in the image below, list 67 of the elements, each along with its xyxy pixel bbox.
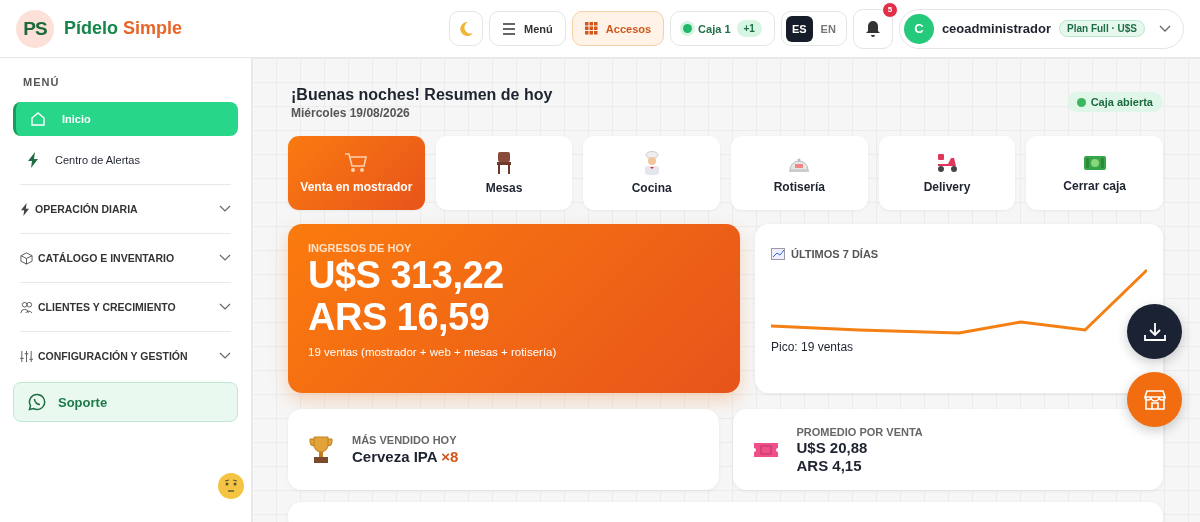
brand-logo: PS [16, 9, 54, 48]
quick-action-button[interactable]: Rotisería [731, 136, 868, 210]
sidebar-section[interactable]: CLIENTES Y CRECIMIENTO [20, 282, 231, 331]
chevron-down-icon [219, 352, 231, 360]
register-label: Caja 1 [698, 22, 731, 35]
support-button[interactable]: Soporte [13, 382, 238, 422]
user-name: ceoadministrador [941, 21, 1051, 36]
date-label: Miércoles 19/08/2026 [291, 106, 411, 120]
average-usd-amount: U$S 20,88 [796, 438, 869, 456]
best-seller-product: Cerveza IPA ×8 [352, 448, 459, 465]
chair-icon [495, 151, 513, 175]
chart-icon [771, 248, 785, 260]
user-avatar: C [903, 13, 934, 44]
chevron-down-icon [1159, 24, 1171, 33]
average-ars-amount: ARS 4,15 [796, 456, 863, 474]
lightning-icon [27, 152, 39, 168]
card-title: INGRESOS DE HOY [308, 242, 413, 254]
card-title: ÚLTIMOS 7 DÍAS [791, 248, 879, 260]
register-status-badge: Caja abierta [1066, 92, 1163, 112]
sidebar-item[interactable]: Centro de Alertas [13, 143, 238, 177]
income-ars-amount: ARS 16,59 [308, 296, 491, 338]
greeting-title: ¡Buenas noches! Resumen de hoy [291, 86, 553, 104]
sidebar-section[interactable]: CONFIGURACIÓN Y GESTIÓN [20, 331, 231, 380]
grid-icon [584, 22, 598, 35]
peak-label: Pico: 19 ventas [771, 340, 855, 354]
card-title: MÁS VENDIDO HOY [352, 434, 458, 446]
plan-badge: Plan Full · U$S [1059, 20, 1145, 37]
chevron-down-icon [219, 254, 231, 262]
language-toggle[interactable]: EN [814, 15, 842, 42]
menu-icon [502, 22, 517, 35]
quick-action-button[interactable]: Cocina [583, 136, 720, 210]
people-icon [20, 300, 33, 314]
user-menu[interactable]: C ceoadministrador Plan Full · U$S [898, 8, 1184, 49]
register-selector[interactable]: Caja 1 +1 [670, 11, 775, 46]
download-icon [1143, 321, 1166, 342]
trophy-icon [308, 434, 334, 465]
chevron-down-icon [219, 303, 231, 311]
moon-icon [458, 20, 475, 37]
quick-action-button[interactable]: Cerrar caja [1026, 136, 1163, 210]
sidebar-section[interactable]: CATÁLOGO E INVENTARIO [20, 233, 231, 282]
scooter-icon [935, 152, 959, 174]
home-icon [30, 111, 46, 127]
theme-toggle-button[interactable] [449, 11, 484, 46]
notifications-button[interactable] [852, 8, 893, 49]
quick-action-button[interactable]: Mesas [435, 136, 573, 210]
bell-icon [864, 19, 881, 38]
whatsapp-icon [28, 393, 46, 411]
quick-action-button[interactable]: Delivery [878, 136, 1016, 210]
shortcuts-button[interactable]: Accesos [571, 11, 665, 46]
cart-icon [344, 152, 369, 174]
card-title: PROMEDIO POR VENTA [796, 425, 923, 438]
chevron-down-icon [219, 205, 231, 213]
sidebar-section[interactable]: OPERACIÓN DIARIA [20, 184, 231, 233]
status-dot-icon [683, 24, 693, 33]
register-badge: +1 [736, 20, 762, 37]
box-icon [20, 251, 33, 265]
language-toggle[interactable]: ES [785, 15, 813, 42]
brand-name: Pídelo Simple [64, 18, 183, 39]
sidebar-heading: MENÚ [23, 76, 61, 88]
income-usd-amount: U$S 313,22 [308, 254, 505, 296]
notification-count: 5 [881, 1, 898, 18]
lightning-icon [20, 202, 30, 216]
sales-note: 19 ventas (mostrador + web + mesas + rotisería) [308, 346, 558, 358]
banknote-icon [1082, 153, 1107, 173]
storefront-icon [1142, 388, 1167, 411]
menu-button[interactable]: Menú [489, 11, 566, 46]
sliders-icon [20, 349, 33, 363]
